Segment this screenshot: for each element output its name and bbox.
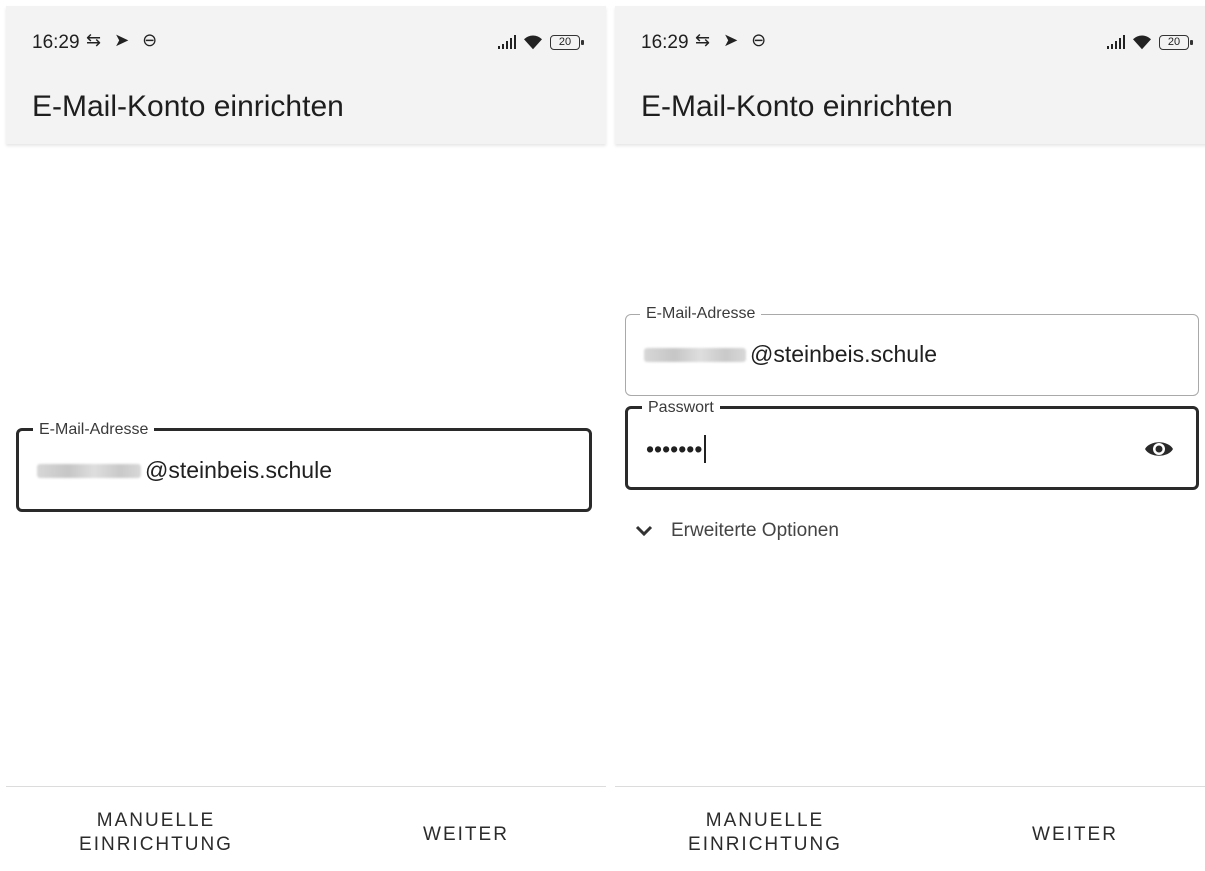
wifi-icon <box>1133 35 1151 50</box>
password-field-value[interactable]: ••••••• <box>646 435 707 463</box>
advanced-options-toggle[interactable]: Erweiterte Optionen <box>635 520 839 542</box>
screen-email-step: 16:29 ⇆ ➤ ⊖ 20 E-Mail-Konto einrichten E… <box>6 0 606 871</box>
redacted-text <box>644 347 746 362</box>
email-field-value[interactable]: @steinbeis.schule <box>644 341 937 368</box>
password-field-label: Passwort <box>642 399 720 417</box>
bottom-divider <box>6 786 606 787</box>
next-button[interactable]: WEITER <box>995 822 1155 848</box>
eye-icon[interactable] <box>1144 437 1174 461</box>
status-indicators: 20 <box>498 32 584 52</box>
email-field-label: E-Mail-Adresse <box>33 421 155 439</box>
email-field-value[interactable]: @steinbeis.schule <box>37 457 332 484</box>
manual-setup-button[interactable]: MANUELLE EINRICHTUNG <box>675 808 855 858</box>
status-notification-icons: ⇆ ➤ ⊖ <box>86 30 162 50</box>
redacted-text <box>37 463 141 478</box>
app-bar: 16:29 ⇆ ➤ ⊖ 20 E-Mail-Konto einrichten <box>6 6 606 144</box>
manual-setup-label-line2: EINRICHTUNG <box>688 834 842 855</box>
manual-setup-button[interactable]: MANUELLE EINRICHTUNG <box>66 808 246 858</box>
screen-password-step: 16:29 ⇆ ➤ ⊖ 20 E-Mail-Konto einrichten E… <box>615 0 1205 871</box>
chevron-down-icon <box>635 525 653 537</box>
bottom-divider <box>615 786 1205 787</box>
status-indicators: 20 <box>1107 32 1193 52</box>
manual-setup-label-line2: EINRICHTUNG <box>79 834 233 855</box>
app-bar: 16:29 ⇆ ➤ ⊖ 20 E-Mail-Konto einrichten <box>615 6 1205 144</box>
text-cursor <box>704 435 707 463</box>
email-domain: @steinbeis.schule <box>145 457 332 483</box>
status-time: 16:29 <box>32 32 80 53</box>
email-field[interactable]: E-Mail-Adresse @steinbeis.schule <box>16 421 592 512</box>
email-field-label: E-Mail-Adresse <box>640 305 762 323</box>
status-notification-icons: ⇆ ➤ ⊖ <box>695 30 771 50</box>
page-title: E-Mail-Konto einrichten <box>32 90 344 123</box>
password-field[interactable]: Passwort ••••••• <box>625 399 1199 490</box>
battery-icon: 20 <box>1159 34 1193 50</box>
signal-icon <box>1107 35 1125 49</box>
status-time: 16:29 <box>641 32 689 53</box>
advanced-options-label: Erweiterte Optionen <box>671 520 839 541</box>
manual-setup-label-line1: MANUELLE <box>705 810 825 831</box>
manual-setup-label-line1: MANUELLE <box>96 810 216 831</box>
signal-icon <box>498 35 516 49</box>
password-dots: ••••••• <box>646 435 703 462</box>
email-field[interactable]: E-Mail-Adresse @steinbeis.schule <box>625 305 1199 396</box>
email-domain: @steinbeis.schule <box>750 341 937 367</box>
battery-icon: 20 <box>550 34 584 50</box>
wifi-icon <box>524 35 542 50</box>
next-button[interactable]: WEITER <box>386 822 546 848</box>
page-title: E-Mail-Konto einrichten <box>641 90 953 123</box>
